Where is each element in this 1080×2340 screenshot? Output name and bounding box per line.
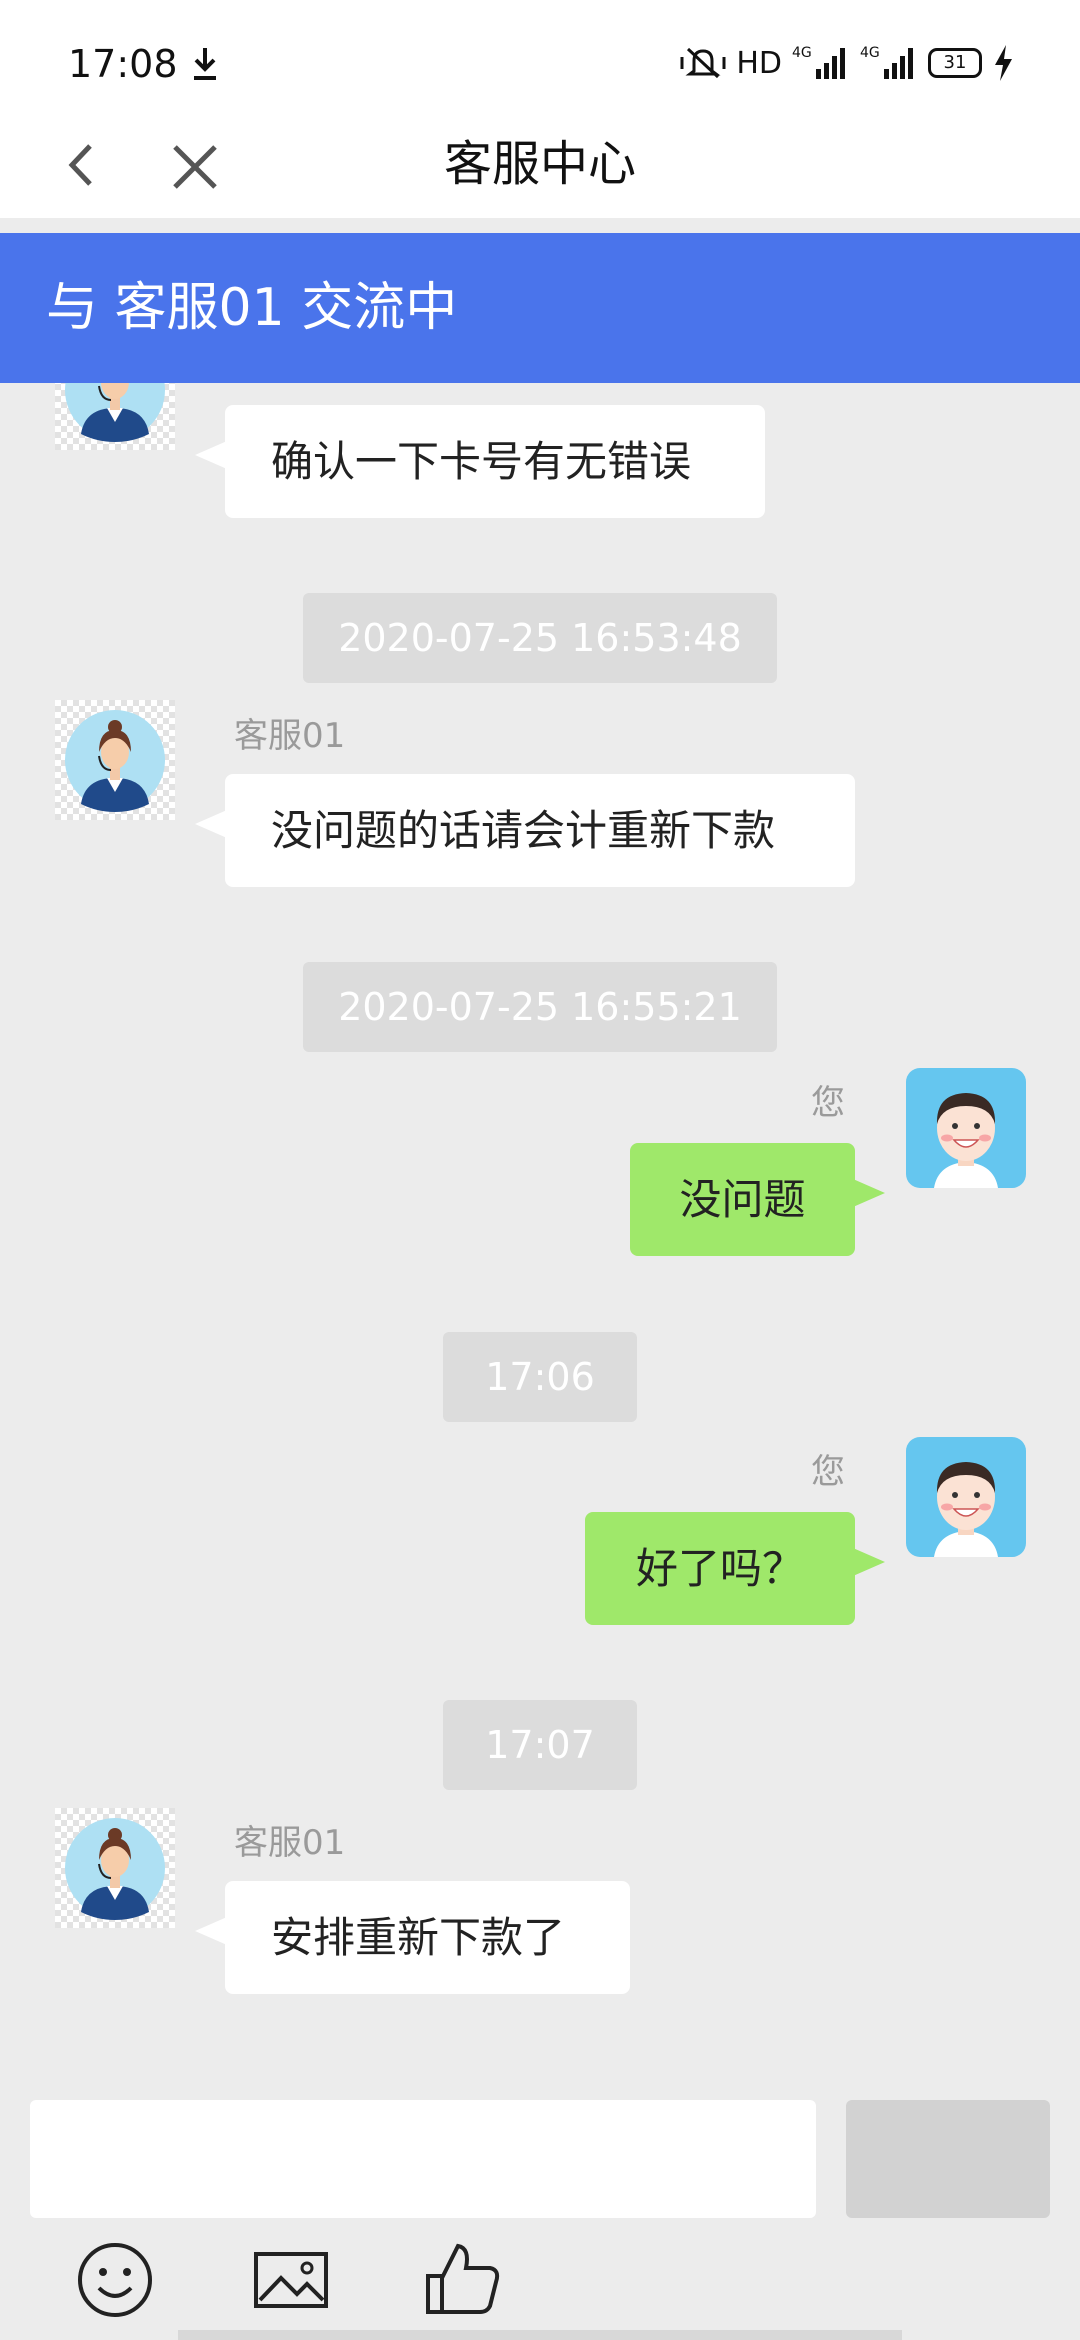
bottom-panel-handle [178, 2330, 902, 2340]
message-bubble: 安排重新下款了 [195, 1881, 630, 1994]
timestamp: 17:07 [443, 1700, 637, 1790]
signal-4g-icon: 4G [792, 45, 845, 79]
sender-name: 客服01 [234, 1823, 346, 1863]
image-icon[interactable] [251, 2240, 331, 2320]
message-bubble: 确认一下卡号有无错误 [195, 405, 765, 518]
agent-avatar [55, 700, 175, 820]
sender-name: 客服01 [234, 716, 346, 756]
user-avatar-icon [934, 1462, 998, 1557]
nav-bar: 客服中心 [0, 110, 1080, 218]
close-icon[interactable] [165, 130, 225, 200]
message-bubble: 没问题的话请会计重新下款 [195, 774, 855, 887]
battery-level: 31 [943, 52, 967, 73]
timestamp: 2020-07-25 16:53:48 [303, 593, 777, 683]
sender-name: 您 [811, 1452, 845, 1492]
thumbs-up-icon[interactable] [424, 2240, 504, 2320]
agent-avatar [55, 1808, 175, 1928]
charging-icon [995, 45, 1012, 81]
agent-banner-text: 与 客服01 交流中 [46, 278, 458, 338]
timestamp: 17:06 [443, 1332, 637, 1422]
hd-indicator: HD [736, 45, 782, 81]
signal-4g-icon: 4G [860, 45, 913, 79]
message-input[interactable] [30, 2100, 816, 2218]
svg-text:4G: 4G [860, 45, 880, 61]
send-button[interactable] [846, 2100, 1050, 2218]
user-avatar [906, 1437, 1026, 1557]
sender-name: 您 [811, 1083, 845, 1123]
status-bar: 17:08 HD 4G 4G 31 [0, 0, 1080, 110]
agent-avatar-icon [65, 710, 165, 812]
chevron-left-icon[interactable] [58, 130, 118, 200]
status-indicators: HD 4G 4G 31 [680, 40, 1014, 86]
timestamp: 2020-07-25 16:55:21 [303, 962, 777, 1052]
svg-text:4G: 4G [792, 45, 812, 61]
status-time: 17:08 [68, 42, 178, 86]
emoji-icon[interactable] [75, 2240, 155, 2320]
mute-icon [680, 47, 726, 79]
agent-banner: 与 客服01 交流中 [0, 233, 1080, 383]
download-icon [194, 48, 216, 80]
user-avatar-icon [934, 1093, 998, 1188]
battery-icon: 31 [928, 48, 982, 78]
message-bubble: 好了吗？ [585, 1512, 885, 1625]
page-title: 客服中心 [443, 136, 636, 192]
message-bubble: 没问题 [630, 1143, 885, 1256]
agent-avatar-icon [65, 1818, 165, 1920]
user-avatar [906, 1068, 1026, 1188]
